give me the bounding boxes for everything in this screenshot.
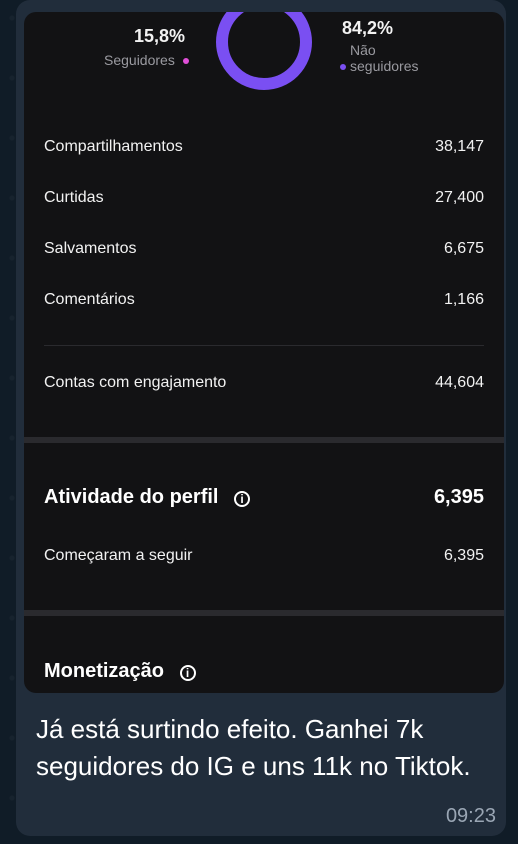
followers-label-text: Seguidores	[104, 52, 175, 68]
metric-value: 6,675	[443, 240, 484, 257]
metric-label: Curtidas	[44, 189, 104, 206]
metric-row-comments: Comentários 1,166	[44, 288, 484, 312]
section-separator	[24, 610, 504, 616]
non-followers-label: Não seguidores	[340, 42, 419, 74]
metric-label: Compartilhamentos	[44, 138, 183, 155]
section-separator	[24, 437, 504, 443]
metric-row-shares: Compartilhamentos 38,147	[44, 135, 484, 159]
non-followers-label-line2-wrap: seguidores	[340, 58, 419, 74]
profile-activity-title: Atividade do perfil	[44, 486, 219, 508]
followers-percent: 15,8%	[134, 26, 186, 46]
metric-label: Comentários	[44, 291, 135, 308]
message-time: 09:23	[445, 805, 496, 827]
metric-value: 1,166	[443, 291, 484, 308]
profile-activity-header: Atividade do perfil i 6,395	[44, 486, 484, 509]
non-followers-dot-icon	[340, 64, 346, 71]
followers-donut-chart: 15,8% Seguidores 84,2% Não seguidores	[24, 12, 504, 107]
monetization-header: Monetização i	[44, 660, 484, 683]
info-icon[interactable]: i	[234, 491, 251, 507]
screenshot-image[interactable]: 15,8% Seguidores 84,2% Não seguidores Co…	[24, 12, 504, 693]
started-following-label: Começaram a seguir	[44, 547, 193, 564]
engaged-label: Contas com engajamento	[44, 374, 227, 391]
divider	[44, 345, 484, 346]
metric-row-saves: Salvamentos 6,675	[44, 237, 484, 261]
non-followers-percent: 84,2%	[342, 18, 394, 38]
message-text: Já está surtindo efeito. Ganhei 7k segui…	[36, 714, 471, 781]
engaged-value: 44,604	[435, 374, 484, 391]
engaged-accounts-row: Contas com engajamento 44,604	[44, 371, 484, 395]
donut-ring	[216, 12, 312, 90]
donut-slice-non-followers	[216, 12, 312, 90]
monetization-title: Monetização	[44, 660, 165, 682]
non-followers-label-line1: Não	[350, 42, 376, 58]
followers-dot-icon	[182, 58, 189, 65]
profile-activity-title-wrap: Atividade do perfil i	[44, 486, 251, 509]
followers-label: Seguidores	[104, 52, 189, 68]
metric-label: Salvamentos	[44, 240, 137, 257]
started-following-row: Começaram a seguir 6,395	[44, 544, 484, 568]
non-followers-label-line2: seguidores	[350, 58, 419, 74]
metric-value: 38,147	[435, 138, 484, 155]
metric-value: 27,400	[435, 189, 484, 206]
metric-row-likes: Curtidas 27,400	[44, 186, 484, 210]
profile-activity-value: 6,395	[433, 486, 484, 508]
info-icon[interactable]: i	[179, 665, 196, 681]
started-following-value: 6,395	[443, 547, 484, 564]
monetization-title-wrap: Monetização i	[44, 660, 196, 683]
